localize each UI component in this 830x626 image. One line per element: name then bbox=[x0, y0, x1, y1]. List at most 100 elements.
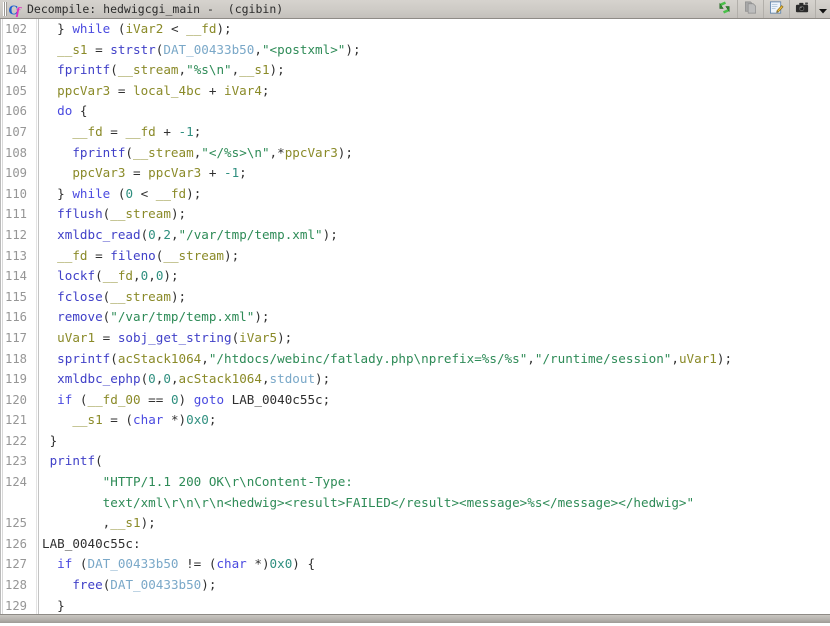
code-line[interactable]: ,__s1); bbox=[38, 513, 830, 534]
code-lines-container[interactable]: } while (iVar2 < __fd); __s1 = strstr(DA… bbox=[38, 19, 830, 614]
code-line[interactable]: } while (0 < __fd); bbox=[38, 184, 830, 205]
code-token-type: char bbox=[216, 556, 247, 572]
copy-button[interactable] bbox=[737, 0, 763, 18]
code-token-plain: ); bbox=[186, 185, 202, 201]
code-line[interactable]: __fd = fileno(__stream); bbox=[38, 246, 830, 267]
code-line[interactable]: ppcVar3 = local_4bc + iVar4; bbox=[38, 81, 830, 102]
code-token-plain: , bbox=[42, 515, 111, 531]
code-line[interactable]: } bbox=[38, 596, 830, 614]
code-token-plain: ; bbox=[193, 123, 202, 139]
code-token-var: __fd bbox=[155, 185, 187, 201]
code-token-num: 0 bbox=[170, 391, 179, 407]
code-line[interactable]: fprintf(__stream,"</%s>\n",*ppcVar3); bbox=[38, 143, 830, 164]
gutter-line-list: 102 103 104 105 106 107 108 109 110 111 112 113 114 1… bbox=[0, 19, 38, 614]
code-line[interactable]: __s1 = strstr(DAT_00433b50,"<postxml>"); bbox=[38, 40, 830, 61]
code-line-text: __s1 = strstr(DAT_00433b50,"<postxml>"); bbox=[38, 41, 360, 57]
toolbar-overflow-button[interactable] bbox=[815, 0, 829, 18]
code-line[interactable]: remove("/var/tmp/temp.xml"); bbox=[38, 307, 830, 328]
code-line-text: } while (iVar2 < __fd); bbox=[38, 21, 231, 36]
code-token-var: __fd bbox=[125, 123, 156, 139]
code-token-plain: , bbox=[178, 62, 187, 78]
code-line[interactable]: fclose(__stream); bbox=[38, 287, 830, 308]
code-line[interactable]: printf( bbox=[38, 451, 830, 472]
code-line-text: do { bbox=[38, 103, 87, 118]
code-line-list[interactable]: } while (iVar2 < __fd); __s1 = strstr(DA… bbox=[38, 19, 830, 614]
code-line-text: } while (0 < __fd); bbox=[38, 186, 201, 201]
code-line-text: fclose(__stream); bbox=[38, 289, 186, 304]
code-token-plain: ( bbox=[72, 556, 88, 572]
code-token-kw: if bbox=[57, 556, 73, 572]
code-line[interactable]: text/xml\r\n\r\n<hedwig><result>FAILED</… bbox=[38, 493, 830, 514]
code-line[interactable]: fflush(__stream); bbox=[38, 204, 830, 225]
titlebar-left-group: C f Decompile: hedwigcgi_main - (cgibin) bbox=[0, 2, 711, 19]
code-token-fn: fileno bbox=[110, 247, 156, 263]
decompiler-code-area[interactable]: 102 103 104 105 106 107 108 109 110 111 112 113 114 1… bbox=[0, 19, 830, 614]
code-token-var: __stream bbox=[110, 288, 171, 304]
code-token-plain: , bbox=[527, 350, 535, 366]
code-line-text: } bbox=[38, 433, 58, 448]
line-number: 127 bbox=[5, 557, 28, 572]
drag-handle[interactable] bbox=[3, 2, 7, 16]
code-line[interactable]: sprintf(acStack1064,"/htdocs/webinc/fatl… bbox=[38, 349, 830, 370]
code-token-plain: , bbox=[261, 371, 270, 387]
code-line[interactable]: } while (iVar2 < __fd); bbox=[38, 19, 830, 40]
code-token-plain: , bbox=[148, 268, 156, 284]
code-line-text: LAB_0040c55c: bbox=[38, 536, 141, 551]
code-line[interactable]: xmldbc_ephp(0,0,acStack1064,stdout); bbox=[38, 369, 830, 390]
code-line[interactable]: free(DAT_00433b50); bbox=[38, 575, 830, 596]
code-line[interactable]: if (DAT_00433b50 != (char *)0x0) { bbox=[38, 554, 830, 575]
code-line-text: if (DAT_00433b50 != (char *)0x0) { bbox=[38, 556, 315, 571]
code-token-plain: , bbox=[201, 350, 209, 366]
edit-button[interactable] bbox=[763, 0, 789, 18]
code-token-var: __stream bbox=[133, 144, 194, 160]
code-line[interactable]: LAB_0040c55c: bbox=[38, 534, 830, 555]
code-token-plain: ( bbox=[110, 350, 118, 366]
line-number: 110 bbox=[5, 186, 28, 201]
code-token-fn: xmldbc_ephp bbox=[57, 371, 141, 387]
copy-icon bbox=[743, 0, 758, 19]
code-token-str: "HTTP/1.1 200 OK\r\nContent-Type: bbox=[102, 474, 353, 490]
code-line[interactable]: __fd = __fd + -1; bbox=[38, 122, 830, 143]
titlebar-toolbar bbox=[711, 0, 830, 19]
code-line[interactable]: lockf(__fd,0,0); bbox=[38, 266, 830, 287]
svg-text:f: f bbox=[15, 6, 23, 18]
code-token-str: "/runtime/session" bbox=[534, 350, 672, 366]
refresh-button[interactable] bbox=[711, 0, 737, 18]
code-token-var: __s1 bbox=[57, 41, 88, 57]
code-line[interactable]: "HTTP/1.1 200 OK\r\nContent-Type: bbox=[38, 472, 830, 493]
gutter-divider-light bbox=[36, 19, 37, 614]
code-line[interactable]: ppcVar3 = ppcVar3 + -1; bbox=[38, 163, 830, 184]
code-token-glob: DAT_00433b50 bbox=[87, 556, 179, 572]
code-token-var: __stream bbox=[117, 62, 179, 78]
code-line[interactable]: __s1 = (char *)0x0; bbox=[38, 410, 830, 431]
code-line[interactable]: uVar1 = sobj_get_string(iVar5); bbox=[38, 328, 830, 349]
code-token-fn: fflush bbox=[57, 206, 103, 222]
line-number: 104 bbox=[5, 63, 28, 78]
code-line[interactable]: } bbox=[38, 431, 830, 452]
gutter-border-inner bbox=[2, 19, 3, 614]
code-token-plain: *) bbox=[246, 556, 270, 572]
decompiler-window: C f Decompile: hedwigcgi_main - (cgibin) bbox=[0, 0, 830, 626]
camera-button[interactable] bbox=[789, 0, 815, 18]
code-token-fn: lockf bbox=[57, 268, 96, 284]
code-token-kw: goto bbox=[193, 391, 225, 407]
code-line-text: __fd = __fd + -1; bbox=[38, 124, 201, 139]
code-token-var: iVar5 bbox=[239, 329, 278, 345]
code-line[interactable]: do { bbox=[38, 101, 830, 122]
code-token-plain: ( bbox=[110, 21, 126, 36]
code-line[interactable]: if (__fd_00 == 0) goto LAB_0040c55c; bbox=[38, 390, 830, 411]
code-line[interactable]: xmldbc_read(0,2,"/var/tmp/temp.xml"); bbox=[38, 225, 830, 246]
code-line[interactable]: fprintf(__stream,"%s\n",__s1); bbox=[38, 60, 830, 81]
line-number: 102 bbox=[5, 22, 28, 36]
code-token-var: iVar4 bbox=[224, 82, 262, 98]
code-token-plain: = bbox=[87, 247, 111, 263]
code-token-plain: < bbox=[163, 21, 187, 36]
